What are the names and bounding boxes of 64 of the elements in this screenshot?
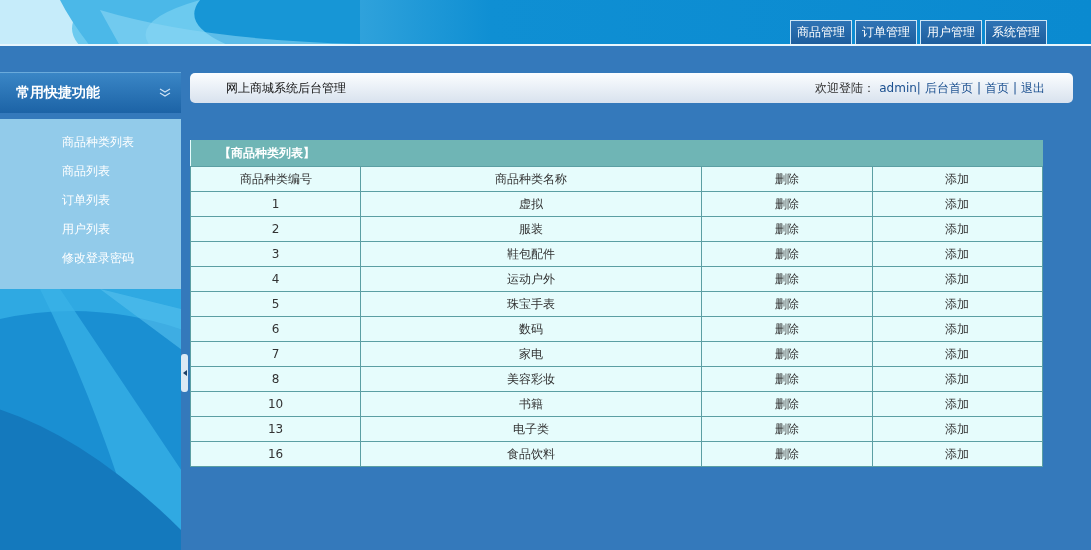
table-cell: 虚拟: [360, 191, 702, 217]
username: admin|: [879, 81, 921, 95]
table-cell: 运动户外: [360, 266, 702, 292]
action-link[interactable]: 删除: [701, 391, 873, 417]
action-link[interactable]: 添加: [872, 441, 1043, 467]
collapse-handle[interactable]: [181, 354, 188, 392]
action-link[interactable]: 删除: [701, 416, 873, 442]
header-link[interactable]: 退出: [1021, 79, 1045, 97]
table-cell: 1: [190, 191, 361, 217]
action-link[interactable]: 添加: [872, 316, 1043, 342]
action-link[interactable]: 添加: [872, 341, 1043, 367]
action-link[interactable]: 删除: [701, 341, 873, 367]
table-title: 【商品种类列表】: [190, 140, 1043, 167]
action-link[interactable]: 添加: [872, 241, 1043, 267]
table-cell: 2: [190, 216, 361, 242]
table-cell: 16: [190, 441, 361, 467]
separator: |: [976, 81, 981, 95]
action-link[interactable]: 删除: [701, 216, 873, 242]
table-cell: 服装: [360, 216, 702, 242]
table-cell: 4: [190, 266, 361, 292]
action-link[interactable]: 添加: [872, 291, 1043, 317]
action-link[interactable]: 删除: [701, 241, 873, 267]
table-cell: 10: [190, 391, 361, 417]
action-link[interactable]: 删除: [701, 316, 873, 342]
table-cell: 7: [190, 341, 361, 367]
nav-tab[interactable]: 商品管理: [790, 20, 852, 44]
separator: |: [1012, 81, 1017, 95]
header-link[interactable]: 首页: [984, 79, 1009, 97]
welcome-label: 欢迎登陆：: [815, 79, 876, 97]
table-cell: 食品饮料: [360, 441, 702, 467]
action-link[interactable]: 删除: [701, 441, 873, 467]
table-cell: 美容彩妆: [360, 366, 702, 392]
column-header: 商品种类编号: [190, 166, 361, 192]
table-cell: 珠宝手表: [360, 291, 702, 317]
action-link[interactable]: 删除: [701, 191, 873, 217]
action-link[interactable]: 添加: [872, 416, 1043, 442]
column-header: 商品种类名称: [360, 166, 702, 192]
header-link[interactable]: 后台首页: [924, 79, 973, 97]
column-header: 删除: [701, 166, 873, 192]
nav-tab[interactable]: 用户管理: [920, 20, 982, 44]
table-cell: 6: [190, 316, 361, 342]
table-cell: 5: [190, 291, 361, 317]
action-link[interactable]: 删除: [701, 366, 873, 392]
table-cell: 家电: [360, 341, 702, 367]
table-cell: 书籍: [360, 391, 702, 417]
sidebar-title: 常用快捷功能: [16, 84, 100, 102]
column-header: 添加: [872, 166, 1043, 192]
table-cell: 13: [190, 416, 361, 442]
action-link[interactable]: 删除: [701, 291, 873, 317]
action-link[interactable]: 添加: [872, 216, 1043, 242]
action-link[interactable]: 删除: [701, 266, 873, 292]
table-cell: 鞋包配件: [360, 241, 702, 267]
nav-tab[interactable]: 系统管理: [985, 20, 1047, 44]
table-cell: 3: [190, 241, 361, 267]
page-title: 网上商城系统后台管理: [226, 79, 346, 97]
chevron-icon[interactable]: [159, 88, 171, 98]
table-cell: 8: [190, 366, 361, 392]
action-link[interactable]: 添加: [872, 266, 1043, 292]
nav-tab[interactable]: 订单管理: [855, 20, 917, 44]
table-cell: 电子类: [360, 416, 702, 442]
action-link[interactable]: 添加: [872, 391, 1043, 417]
action-link[interactable]: 添加: [872, 191, 1043, 217]
action-link[interactable]: 添加: [872, 366, 1043, 392]
table-cell: 数码: [360, 316, 702, 342]
